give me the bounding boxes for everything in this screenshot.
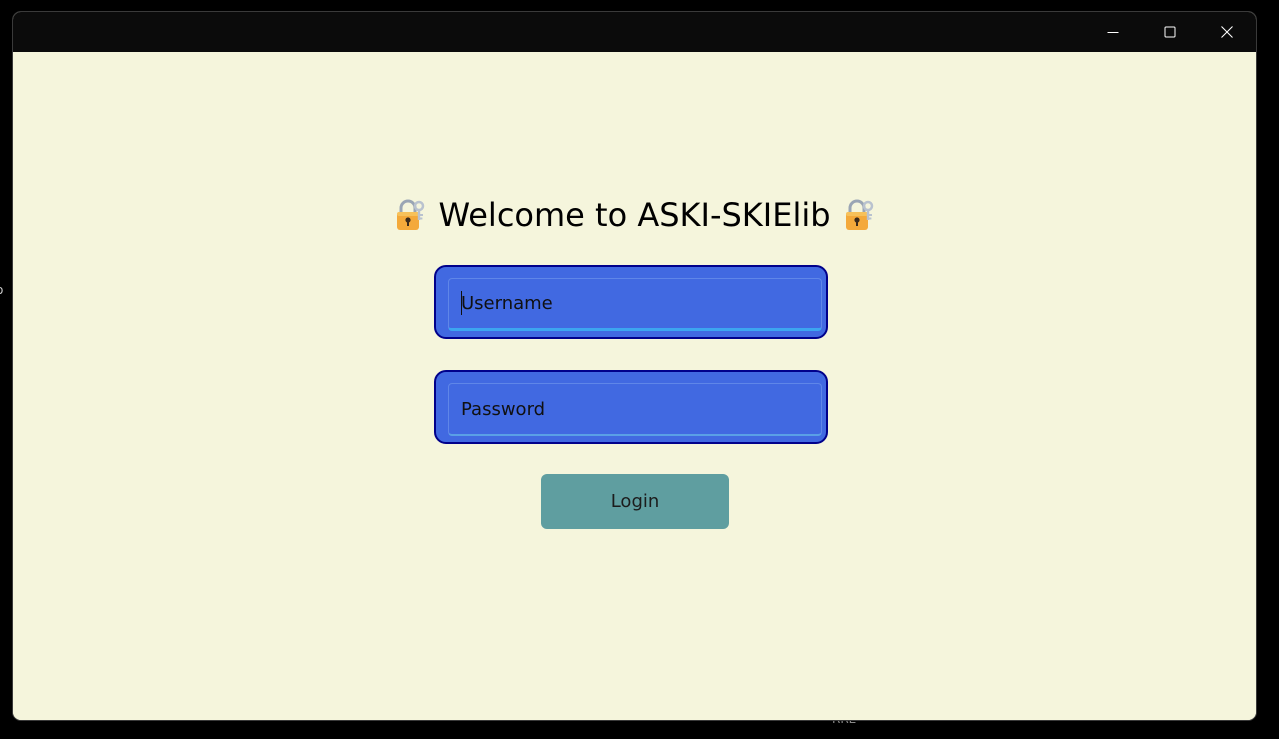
- password-field-frame: [434, 370, 828, 444]
- locked-with-key-icon: [845, 199, 873, 230]
- app-window: Welcome to ASKI-SKIElib Login: [13, 12, 1256, 720]
- close-icon: [1220, 26, 1233, 38]
- login-panel: Welcome to ASKI-SKIElib Login: [13, 52, 1256, 720]
- desktop-edge-text: o: [0, 283, 3, 297]
- title-bar[interactable]: [13, 12, 1256, 52]
- minimize-icon: [1107, 32, 1118, 33]
- username-input[interactable]: [448, 278, 822, 331]
- password-input[interactable]: [448, 383, 822, 436]
- welcome-heading: Welcome to ASKI-SKIElib: [13, 192, 1256, 242]
- maximize-icon: [1164, 26, 1175, 38]
- locked-with-key-icon: [397, 199, 425, 230]
- text-caret: [461, 291, 462, 315]
- close-button[interactable]: [1198, 12, 1255, 52]
- minimize-button[interactable]: [1084, 12, 1141, 52]
- username-field-frame: [434, 265, 828, 339]
- maximize-button[interactable]: [1141, 12, 1198, 52]
- login-button[interactable]: Login: [541, 474, 729, 529]
- heading-text: Welcome to ASKI-SKIElib: [438, 196, 831, 234]
